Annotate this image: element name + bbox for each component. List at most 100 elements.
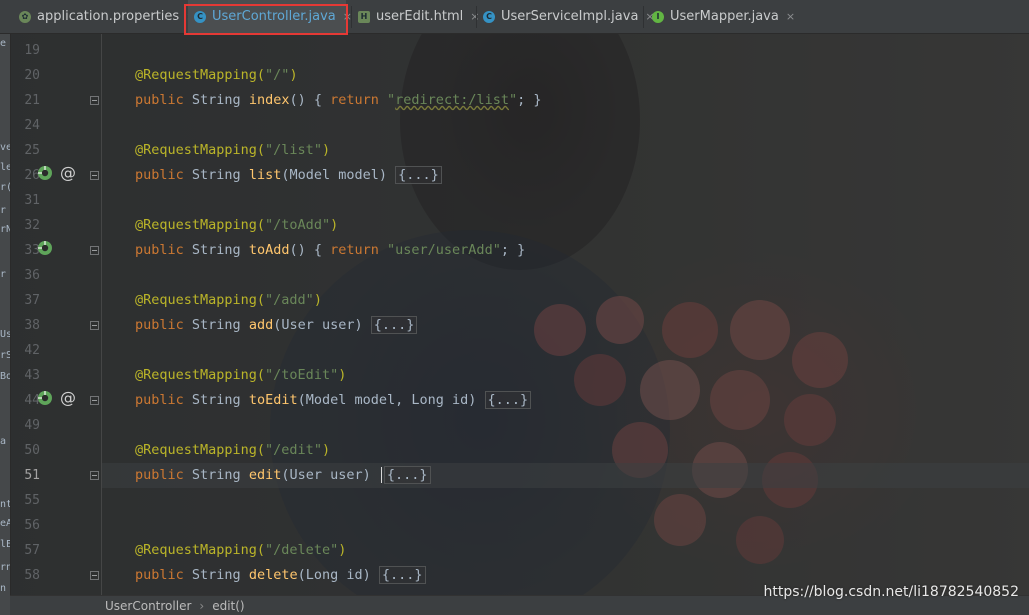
tab-application-properties[interactable]: ✿ application.properties × [13,0,195,33]
keyword: public [135,92,184,108]
line-number: 19 [24,43,40,58]
line-number: 55 [24,493,40,508]
method-name: index [248,92,290,108]
line-number: 21 [24,93,40,108]
string-literal: "/list" [265,142,322,158]
fold-toggle[interactable] [90,96,99,105]
code-line-51: public String edit(User user) {...} [135,465,431,485]
brace: { [305,92,331,108]
code-line-25: @RequestMapping("/list") [135,140,330,160]
params: (Long id) [297,567,379,583]
folded-region[interactable]: {...} [370,316,418,334]
keyword: public [135,567,184,583]
method-name: edit [248,467,282,483]
params: () [289,242,306,258]
fold-toggle[interactable] [90,571,99,580]
string-quote: " [508,92,518,108]
folded-region[interactable]: {...} [383,466,431,484]
editor-gutter[interactable]: 19 20 21 24 25 26 31 32 33 36 37 38 42 4… [10,33,102,595]
params: (Model model, Long id) [297,392,485,408]
return-type: String [183,567,249,583]
string-literal: "user/userAdd" [387,242,501,258]
params: (User user) [273,317,371,333]
project-panel-edge: e ve le r( r rN r Us rS Bo a nti eA lE r… [0,33,11,615]
return-type: String [183,167,249,183]
folded-region[interactable]: {...} [484,391,532,409]
strip-text: n [0,583,7,594]
tab-label: UserMapper.java [670,9,779,24]
fold-toggle[interactable] [90,471,99,480]
annotation-close: ) [321,442,331,458]
strip-text: r [0,269,7,280]
text-caret [380,467,382,483]
html-file-icon: H [358,10,370,23]
editor-tab-bar: ✿ application.properties × C UserControl… [0,0,1029,34]
breadcrumb-method[interactable]: edit() [212,599,244,613]
line-number-current: 51 [24,468,40,483]
keyword: public [135,467,184,483]
fold-toggle[interactable] [90,396,99,405]
line-number: 36 [24,268,40,283]
active-tab-highlight [184,4,348,35]
params: (User user) [281,467,379,483]
tab-user-mapper[interactable]: I UserMapper.java × [646,0,795,33]
strip-text: le [0,162,11,173]
tab-user-edit-html[interactable]: H userEdit.html × [352,0,480,33]
code-line-43: @RequestMapping("/toEdit") [135,365,346,385]
web-mapping-icon[interactable] [37,165,53,181]
code-line-37: @RequestMapping("/add") [135,290,322,310]
method-name: toAdd [248,242,290,258]
line-number: 20 [24,68,40,83]
keyword: return [330,92,379,108]
statement-end: ; } [500,242,526,258]
return-type: String [183,467,249,483]
strip-text: r( [0,182,11,193]
strip-text: rN [0,224,11,235]
return-type: String [183,92,249,108]
web-mapping-icon[interactable] [37,240,53,256]
line-number: 57 [24,543,40,558]
interface-icon: I [652,10,664,23]
method-name: toEdit [248,392,298,408]
at-annotation-icon[interactable]: @ [60,388,76,407]
breadcrumb-class[interactable]: UserController [105,599,191,613]
string-literal: "/edit" [265,442,322,458]
fold-toggle[interactable] [90,321,99,330]
method-name: add [248,317,274,333]
at-annotation-icon[interactable]: @ [60,163,76,182]
web-mapping-icon[interactable] [37,390,53,406]
params: () [289,92,306,108]
code-editor[interactable] [10,33,1029,595]
folded-region[interactable]: {...} [395,166,442,184]
annotation-close: ) [289,67,298,83]
strip-text: r [0,205,7,216]
string-literal: "/toAdd" [265,217,331,233]
strip-text: Us [0,329,11,340]
line-number: 49 [24,418,40,433]
strip-text: a [0,436,7,447]
tab-user-service-impl[interactable]: C UserServiceImpl.java × [477,0,655,33]
code-line-50: @RequestMapping("/edit") [135,440,330,460]
gutter-divider [101,33,102,595]
ide-window: ✿ application.properties × C UserControl… [0,0,1029,615]
string-literal: redirect:/list [395,92,509,108]
code-line-32: @RequestMapping("/toAdd") [135,215,338,235]
line-number: 25 [24,143,40,158]
keyword: public [135,167,184,183]
annotation: @RequestMapping( [135,367,266,383]
fold-toggle[interactable] [90,171,99,180]
string-quote: " [387,92,396,108]
line-number: 50 [24,443,40,458]
line-number: 43 [24,368,40,383]
annotation: @RequestMapping( [135,217,266,233]
annotation: @RequestMapping( [135,442,266,458]
keyword: public [135,392,184,408]
fold-toggle[interactable] [90,246,99,255]
line-number: 56 [24,518,40,533]
folded-region[interactable]: {...} [378,566,426,584]
watermark-text: https://blog.csdn.net/li18782540852 [763,584,1019,600]
close-icon[interactable]: × [786,10,795,23]
annotation-close: ) [330,217,339,233]
